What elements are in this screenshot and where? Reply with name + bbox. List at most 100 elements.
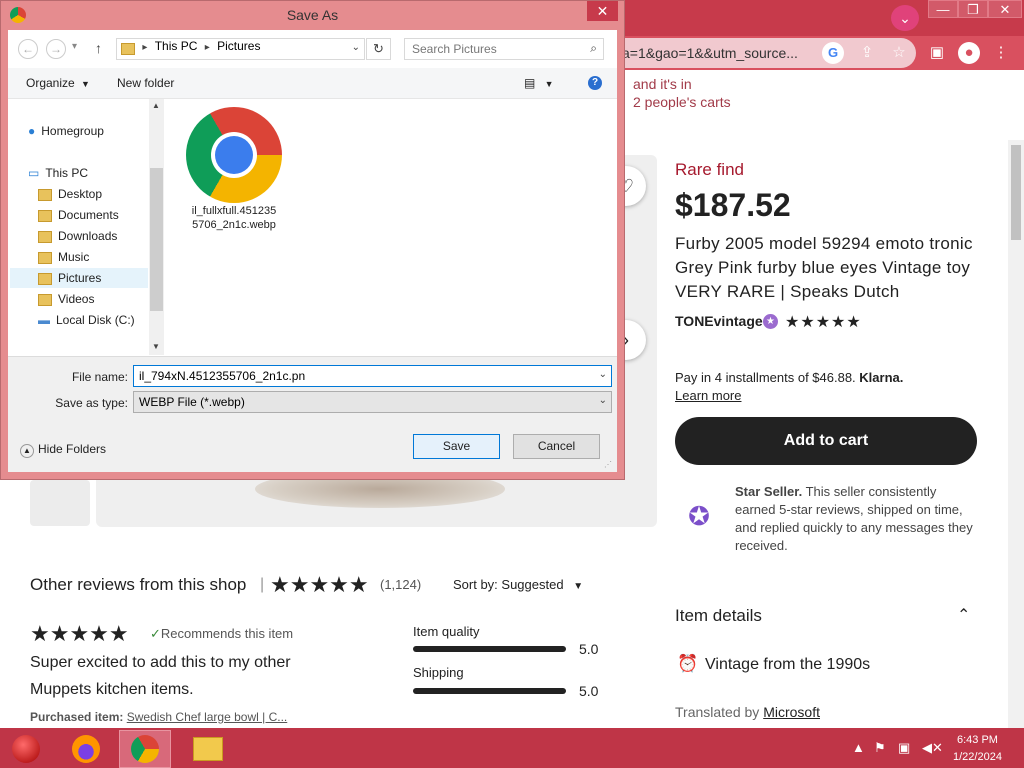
save-as-type-select[interactable]: WEBP File (*.webp) ⌄: [133, 391, 612, 413]
profile-icon[interactable]: ●: [958, 42, 980, 64]
divider: |: [260, 576, 265, 593]
nav-item-pictures[interactable]: Pictures: [10, 268, 148, 288]
organize-button[interactable]: Organize ▼: [26, 76, 90, 90]
sort-dropdown[interactable]: Sort by: Suggested ▼: [453, 577, 583, 592]
folder-icon: [121, 43, 135, 55]
cancel-button[interactable]: Cancel: [513, 434, 600, 459]
cart-note: and it's in: [633, 76, 692, 92]
google-lens-icon[interactable]: G: [822, 42, 844, 64]
cart-note-count: 2 people's carts: [633, 94, 731, 110]
recommends-badge: ✓Recommends this item: [150, 626, 293, 642]
view-options-icon[interactable]: ▤ ▼: [524, 76, 554, 90]
save-button[interactable]: Save: [413, 434, 500, 459]
file-name-caption[interactable]: il_fullxfull.451235 5706_2n1c.webp: [183, 204, 285, 232]
chevron-down-icon[interactable]: ⌄: [599, 369, 607, 380]
clock-time[interactable]: 6:43 PM: [957, 734, 998, 746]
folder-path-bar[interactable]: ▸ This PC ▸ Pictures ⌄: [116, 38, 365, 60]
star-seller-badge-icon: ★: [763, 314, 778, 329]
forward-arrow-icon[interactable]: →: [46, 39, 66, 59]
scroll-down-icon[interactable]: ▼: [152, 342, 160, 351]
taskbar-firefox[interactable]: [60, 730, 112, 768]
computer-icon: ▭: [28, 166, 40, 180]
help-icon[interactable]: ?: [588, 76, 602, 90]
save-as-type-value: WEBP File (*.webp): [139, 395, 245, 409]
add-to-cart-button[interactable]: Add to cart: [675, 417, 977, 465]
navigation-scrollbar-thumb[interactable]: [150, 168, 163, 311]
folder-icon: [38, 209, 52, 222]
refresh-button[interactable]: ↻: [366, 38, 391, 60]
chevron-down-icon[interactable]: ⌄: [352, 42, 360, 53]
file-explorer-icon: [193, 737, 223, 761]
up-arrow-icon[interactable]: ↑: [95, 40, 102, 56]
nav-item-label: Desktop: [58, 187, 103, 201]
installments-amount: Pay in 4 installments of $46.88.: [675, 370, 856, 385]
chevron-up-icon[interactable]: ⌃: [957, 605, 970, 625]
resize-grip-icon[interactable]: ⋰: [604, 460, 612, 469]
nav-item-desktop[interactable]: Desktop: [38, 184, 102, 204]
menu-icon[interactable]: ⋮: [990, 42, 1012, 64]
nav-item-label: Documents: [58, 208, 119, 222]
firefox-icon: [72, 735, 100, 763]
rating-bar-quality: [413, 646, 566, 652]
learn-more-link[interactable]: Learn more: [675, 388, 741, 403]
nav-item-homegroup[interactable]: ● Homegroup: [28, 121, 104, 141]
hide-folders-label: Hide Folders: [38, 442, 107, 456]
review-count: (1,124): [380, 577, 422, 592]
back-arrow-icon[interactable]: ←: [18, 39, 38, 59]
microsoft-link[interactable]: Microsoft: [763, 704, 820, 720]
nav-item-this-pc[interactable]: ▭ This PC: [28, 163, 88, 183]
hide-folders-button[interactable]: ▲ Hide Folders: [20, 442, 106, 458]
file-caption-line: il_fullxfull.451235: [191, 205, 277, 217]
translated-by: Translated by Microsoft: [675, 704, 820, 720]
close-browser-button[interactable]: ✕: [988, 0, 1022, 18]
network-icon[interactable]: ▣: [898, 740, 910, 756]
search-icon[interactable]: ⌕: [590, 41, 597, 56]
file-name-value: il_794xN.4512355706_2n1c.pn: [139, 369, 306, 383]
new-folder-button[interactable]: New folder: [117, 76, 174, 90]
nav-item-label: Downloads: [58, 229, 118, 243]
show-hidden-icons-icon[interactable]: ▲: [852, 740, 865, 755]
path-separator-icon: ▸: [142, 42, 148, 54]
rating-label-shipping: Shipping: [413, 665, 464, 680]
nav-item-documents[interactable]: Documents: [38, 205, 119, 225]
volume-muted-icon[interactable]: ◀✕: [922, 740, 943, 756]
nav-item-videos[interactable]: Videos: [38, 289, 94, 309]
nav-item-music[interactable]: Music: [38, 247, 89, 267]
scroll-up-icon[interactable]: ▲: [152, 101, 160, 110]
side-panel-icon[interactable]: ▣: [926, 42, 948, 64]
taskbar-chrome[interactable]: [119, 730, 171, 768]
vintage-text: Vintage from the 1990s: [705, 656, 871, 673]
restore-button[interactable]: ❐: [958, 0, 988, 18]
minimize-button[interactable]: —: [928, 0, 958, 18]
item-details-heading[interactable]: Item details: [675, 606, 762, 626]
dialog-close-button[interactable]: ✕: [587, 1, 618, 21]
page-scrollbar-thumb[interactable]: [1011, 145, 1021, 240]
search-pictures-input[interactable]: Search Pictures ⌕: [404, 38, 604, 60]
recommends-text: Recommends this item: [160, 626, 294, 641]
action-center-flag-icon[interactable]: ⚑: [874, 740, 886, 756]
nav-item-local-disk[interactable]: ▬ Local Disk (C:): [38, 310, 135, 330]
product-thumbnail[interactable]: [30, 480, 90, 526]
bookmark-star-icon[interactable]: ☆: [888, 42, 910, 64]
taskbar-file-explorer[interactable]: [183, 730, 235, 768]
start-orb-icon: [12, 735, 40, 763]
recent-locations-icon[interactable]: ▾: [72, 41, 77, 52]
rating-label-quality: Item quality: [413, 624, 480, 639]
file-name-input[interactable]: il_794xN.4512355706_2n1c.pn ⌄: [133, 365, 612, 387]
path-this-pc[interactable]: This PC: [155, 39, 198, 53]
path-pictures[interactable]: Pictures: [217, 39, 260, 53]
review-text: Super excited to add this to my other Mu…: [30, 654, 291, 698]
chevron-down-icon[interactable]: ⌄: [599, 395, 607, 406]
clock-date[interactable]: 1/22/2024: [953, 751, 1002, 763]
shop-name[interactable]: TONEvintage: [675, 313, 763, 329]
check-icon: ✓: [150, 626, 161, 641]
nav-item-label: Pictures: [58, 271, 102, 285]
share-icon[interactable]: ⇪: [856, 42, 878, 64]
nav-item-downloads[interactable]: Downloads: [38, 226, 117, 246]
reviews-heading: Other reviews from this shop: [30, 575, 247, 594]
purchased-item-link[interactable]: Swedish Chef large bowl | C...: [127, 710, 288, 724]
price: $187.52: [675, 187, 791, 223]
nav-item-label: Music: [58, 250, 90, 264]
tab-search-icon[interactable]: ⌄: [891, 5, 919, 31]
start-button[interactable]: [2, 730, 50, 768]
